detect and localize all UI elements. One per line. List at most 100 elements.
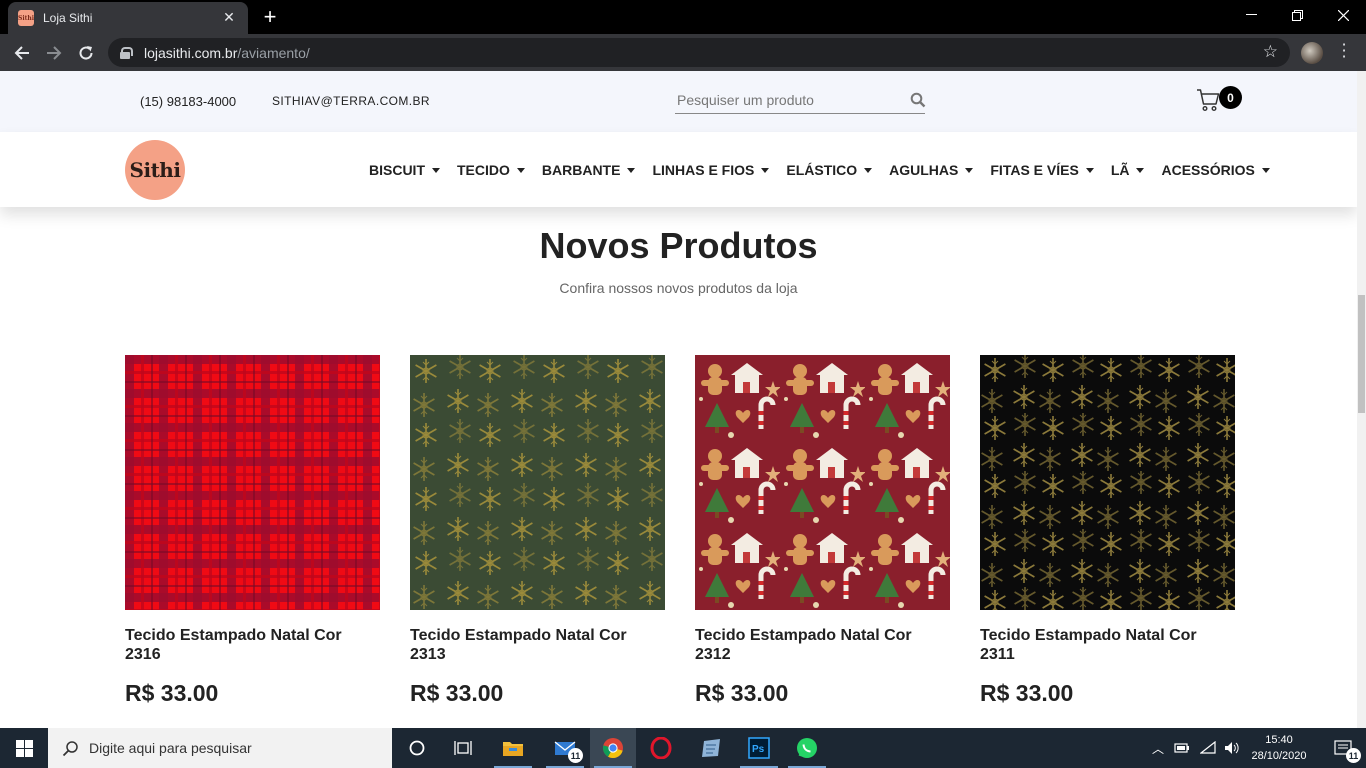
tab-close-icon[interactable]: ✕ bbox=[220, 10, 238, 26]
menu-item-linhas-e-fios[interactable]: LINHAS E FIOS bbox=[652, 162, 770, 178]
caret-down-icon bbox=[1136, 167, 1145, 173]
battery-icon[interactable] bbox=[1174, 742, 1190, 754]
search-icon[interactable] bbox=[910, 92, 926, 108]
menu-item-tecido[interactable]: TECIDO bbox=[457, 162, 525, 178]
section-title: Novos Produtos bbox=[539, 225, 818, 266]
product-card[interactable]: Tecido Estampado Natal Cor 2312 R$ 33.00 bbox=[695, 355, 950, 707]
whatsapp-icon bbox=[797, 738, 817, 758]
menu-item-la[interactable]: LÃ bbox=[1111, 162, 1145, 178]
menu-item-label: LINHAS E FIOS bbox=[652, 162, 755, 178]
system-clock[interactable]: 15:40 28/10/2020 bbox=[1247, 732, 1311, 764]
wifi-icon[interactable] bbox=[1200, 741, 1216, 755]
menu-item-fitas-e-vies[interactable]: FITAS E VÍES bbox=[990, 162, 1094, 178]
product-search-input[interactable] bbox=[675, 88, 900, 112]
menu-item-label: LÃ bbox=[1110, 162, 1130, 178]
product-card[interactable]: Tecido Estampado Natal Cor 2316 R$ 33.00 bbox=[125, 355, 380, 707]
product-price: R$ 33.00 bbox=[410, 680, 504, 706]
product-image-green-snowflakes[interactable] bbox=[410, 355, 665, 610]
cortana-button[interactable] bbox=[394, 728, 440, 768]
address-bar[interactable]: lojasithi.com.br/aviamento/ ☆ bbox=[108, 38, 1290, 67]
category-menu: BISCUIT TECIDO BARBANTE LINHAS E FIOS EL… bbox=[369, 162, 1287, 178]
photoshop-icon: Ps bbox=[748, 737, 770, 759]
caret-down-icon bbox=[965, 167, 974, 173]
taskbar-search-input[interactable] bbox=[89, 740, 389, 756]
caret-down-icon bbox=[1261, 167, 1270, 173]
show-hidden-icons-chevron-up-icon[interactable]: ︿ bbox=[1152, 740, 1164, 757]
search-icon bbox=[62, 740, 78, 756]
product-name[interactable]: Tecido Estampado Natal Cor 2313 bbox=[410, 626, 665, 664]
task-view-button[interactable] bbox=[440, 728, 486, 768]
taskbar-app-photoshop[interactable]: Ps bbox=[736, 728, 782, 768]
menu-item-elastico[interactable]: ELÁSTICO bbox=[786, 162, 873, 178]
taskbar-app-whatsapp[interactable] bbox=[784, 728, 830, 768]
caret-down-icon bbox=[1085, 167, 1094, 173]
cortana-icon bbox=[409, 740, 425, 756]
taskbar-app-opera[interactable] bbox=[638, 728, 684, 768]
site-logo[interactable]: Sithi bbox=[125, 140, 185, 200]
menu-item-label: BISCUIT bbox=[369, 162, 425, 178]
menu-item-label: ACESSÓRIOS bbox=[1161, 162, 1255, 178]
product-search bbox=[675, 88, 926, 114]
taskbar-app-mail[interactable]: 11 bbox=[542, 728, 588, 768]
mail-count-badge: 11 bbox=[568, 748, 583, 763]
bookmark-star-icon[interactable]: ☆ bbox=[1263, 42, 1278, 62]
taskbar-app-notepad[interactable] bbox=[688, 728, 734, 768]
restore-window-button[interactable] bbox=[1274, 0, 1320, 30]
notification-center-button[interactable]: 11 bbox=[1320, 728, 1366, 768]
url-host: lojasithi.com.br bbox=[144, 44, 238, 61]
product-name[interactable]: Tecido Estampado Natal Cor 2312 bbox=[695, 626, 950, 664]
menu-item-barbante[interactable]: BARBANTE bbox=[542, 162, 636, 178]
url-path: /aviamento/ bbox=[237, 44, 310, 61]
minimize-window-button[interactable] bbox=[1228, 0, 1274, 30]
page-scrollbar[interactable] bbox=[1357, 71, 1366, 728]
caret-down-icon bbox=[761, 167, 770, 173]
start-button[interactable] bbox=[0, 728, 48, 768]
svg-text:Ps: Ps bbox=[752, 744, 765, 755]
profile-avatar[interactable] bbox=[1301, 42, 1323, 64]
product-card[interactable]: Tecido Estampado Natal Cor 2311 R$ 33.00 bbox=[980, 355, 1235, 707]
product-card[interactable]: Tecido Estampado Natal Cor 2313 R$ 33.00 bbox=[410, 355, 665, 707]
product-image-black-snowflakes[interactable] bbox=[980, 355, 1235, 610]
restore-icon bbox=[1291, 9, 1303, 21]
contact-email[interactable]: SITHIAV@TERRA.COM.BR bbox=[272, 94, 430, 108]
menu-item-acessorios[interactable]: ACESSÓRIOS bbox=[1161, 162, 1270, 178]
tab-title: Loja Sithi bbox=[43, 11, 93, 25]
scrollbar-thumb[interactable] bbox=[1358, 295, 1365, 413]
new-tab-button[interactable]: + bbox=[258, 5, 282, 29]
top-info-bar: (15) 98183-4000 SITHIAV@TERRA.COM.BR 0 bbox=[0, 71, 1357, 132]
product-name[interactable]: Tecido Estampado Natal Cor 2311 bbox=[980, 626, 1235, 664]
close-window-button[interactable] bbox=[1320, 0, 1366, 30]
volume-icon[interactable] bbox=[1224, 741, 1240, 755]
chrome-icon bbox=[602, 738, 623, 759]
cart-count-badge[interactable]: 0 bbox=[1219, 86, 1242, 109]
taskbar-app-chrome[interactable] bbox=[590, 728, 636, 768]
menu-item-biscuit[interactable]: BISCUIT bbox=[369, 162, 440, 178]
system-tray: ︿ bbox=[1152, 728, 1240, 768]
caret-down-icon bbox=[516, 167, 525, 173]
back-button[interactable] bbox=[9, 40, 35, 66]
browser-tab[interactable]: Sithi Loja Sithi ✕ bbox=[8, 2, 248, 34]
product-image-red-plaid[interactable] bbox=[125, 355, 380, 610]
browser-menu-icon[interactable]: · · · bbox=[1338, 37, 1350, 65]
caret-down-icon bbox=[432, 167, 440, 173]
menu-item-agulhas[interactable]: AGULHAS bbox=[889, 162, 974, 178]
contact-phone[interactable]: (15) 98183-4000 bbox=[140, 94, 236, 109]
clock-date: 28/10/2020 bbox=[1251, 750, 1307, 762]
forward-button[interactable] bbox=[41, 40, 67, 66]
windows-taskbar: 11 Ps ︿ 15:40 28/10/2020 11 bbox=[0, 728, 1366, 768]
lock-icon[interactable] bbox=[120, 46, 133, 59]
browser-tab-strip: Sithi Loja Sithi ✕ + bbox=[0, 0, 1366, 34]
section-subtitle: Confira nossos novos produtos da loja bbox=[559, 280, 798, 296]
product-name[interactable]: Tecido Estampado Natal Cor 2316 bbox=[125, 626, 380, 664]
product-image-gingerbread-pattern[interactable] bbox=[695, 355, 950, 610]
browser-toolbar: lojasithi.com.br/aviamento/ ☆ · · · bbox=[0, 34, 1366, 71]
windows-logo-icon bbox=[15, 739, 33, 757]
shopping-cart-icon[interactable] bbox=[1196, 87, 1220, 113]
reload-button[interactable] bbox=[73, 40, 99, 66]
taskbar-app-file-explorer[interactable] bbox=[490, 728, 536, 768]
taskbar-search[interactable] bbox=[48, 728, 392, 768]
task-view-icon bbox=[454, 741, 472, 755]
product-price: R$ 33.00 bbox=[125, 680, 219, 706]
web-page: (15) 98183-4000 SITHIAV@TERRA.COM.BR 0 S… bbox=[0, 71, 1357, 728]
menu-item-label: FITAS E VÍES bbox=[990, 162, 1079, 178]
